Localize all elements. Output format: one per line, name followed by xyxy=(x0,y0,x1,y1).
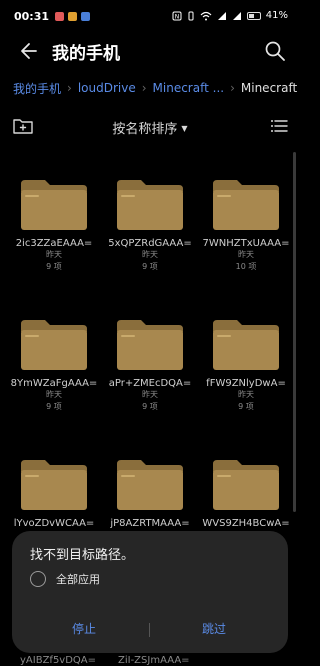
chevron-right-icon: › xyxy=(67,81,72,95)
chevron-right-icon: › xyxy=(141,81,147,95)
folder-name: 2ic3ZZaEAAA= xyxy=(15,238,93,249)
arrow-left-icon xyxy=(21,43,37,59)
folder-count: 9 项 xyxy=(46,402,62,411)
notification-icon-1 xyxy=(55,12,65,21)
chevron-right-icon: › xyxy=(230,81,235,95)
folder-name: fFW9ZNlyDwA= xyxy=(206,378,286,389)
nfc-icon: N xyxy=(172,11,182,20)
back-button[interactable] xyxy=(14,36,44,66)
vibrate-icon xyxy=(188,11,194,20)
apply-all-option[interactable]: 全部应用 xyxy=(30,571,100,587)
search-icon xyxy=(265,41,285,61)
folder-item[interactable]: jP8AZRTMAAA= xyxy=(102,458,198,529)
sort-button[interactable]: 按名称排序 ▼ xyxy=(0,118,300,137)
folder-name: 5xQPZRdGAAA= xyxy=(108,238,192,249)
battery-level: 41% xyxy=(265,10,288,21)
skip-button[interactable]: 跳过 xyxy=(154,617,274,641)
search-button[interactable] xyxy=(264,40,286,62)
folder-date: 昨天 xyxy=(142,250,158,259)
folder-item[interactable]: fFW9ZNlyDwA= 昨天 9 项 xyxy=(198,318,294,413)
folder-icon xyxy=(211,318,281,370)
folder-name-peek: ZiI-ZSJmAAA= xyxy=(118,655,190,666)
folder-date: 昨天 xyxy=(238,250,254,259)
list-view-icon xyxy=(271,120,288,132)
folder-date: 昨天 xyxy=(238,390,254,399)
folder-date: 昨天 xyxy=(46,250,62,259)
battery-icon xyxy=(246,11,261,20)
folder-name: jP8AZRTMAAA= xyxy=(110,518,190,529)
wifi-icon xyxy=(200,11,212,20)
folder-name: aPr+ZMEcDQA= xyxy=(108,378,192,389)
apply-all-label: 全部应用 xyxy=(56,573,100,586)
folder-icon xyxy=(211,178,281,230)
folder-count: 9 项 xyxy=(238,402,254,411)
breadcrumb: 我的手机 › loudDrive › Minecraft ... › Minec… xyxy=(0,76,300,100)
folder-count: 9 项 xyxy=(46,262,62,271)
folder-icon xyxy=(115,318,185,370)
dialog-title: 找不到目标路径。 xyxy=(30,548,135,563)
folder-item[interactable]: 8YmWZaFgAAA= 昨天 9 项 xyxy=(6,318,102,413)
notification-icon-2 xyxy=(68,12,78,21)
toolbar: 按名称排序 ▼ xyxy=(0,112,300,140)
folder-item[interactable]: WVS9ZH4BCwA= xyxy=(198,458,294,529)
folder-icon xyxy=(115,178,185,230)
folder-count: 10 项 xyxy=(235,262,257,271)
folder-item[interactable]: 2ic3ZZaEAAA= 昨天 9 项 xyxy=(6,178,102,273)
stop-button[interactable]: 停止 xyxy=(24,617,144,641)
folder-name: 7WNHZTxUAAA= xyxy=(202,238,290,249)
folder-count: 9 项 xyxy=(142,402,158,411)
list-view-button[interactable] xyxy=(270,118,288,134)
status-right: N 41% xyxy=(172,10,288,21)
folder-icon xyxy=(19,458,89,510)
status-bar: 00:31 N 41% xyxy=(0,0,300,36)
folder-name-peek: yAIBZf5vDQA= xyxy=(20,655,97,666)
folder-icon xyxy=(19,178,89,230)
apply-all-radio[interactable] xyxy=(30,571,46,587)
path-not-found-dialog: 找不到目标路径。 全部应用 停止 跳过 xyxy=(12,531,288,653)
title-bar: 我的手机 xyxy=(0,36,300,66)
folder-icon xyxy=(115,458,185,510)
folder-date: 昨天 xyxy=(46,390,62,399)
folder-icon xyxy=(211,458,281,510)
breadcrumb-item[interactable]: 我的手机 xyxy=(13,80,61,97)
folder-name: 8YmWZaFgAAA= xyxy=(10,378,98,389)
folder-item[interactable]: 7WNHZTxUAAA= 昨天 10 项 xyxy=(198,178,294,273)
folder-item[interactable]: aPr+ZMEcDQA= 昨天 9 项 xyxy=(102,318,198,413)
svg-text:N: N xyxy=(175,13,180,20)
folder-name: lYvoZDvWCAA= xyxy=(13,518,95,529)
folder-item[interactable]: lYvoZDvWCAA= xyxy=(6,458,102,529)
page-title: 我的手机 xyxy=(52,43,120,64)
caret-down-icon: ▼ xyxy=(181,124,188,133)
folder-date: 昨天 xyxy=(142,390,158,399)
breadcrumb-item[interactable]: Minecraft ... xyxy=(153,81,225,95)
status-left: 00:31 xyxy=(14,10,91,23)
folder-icon xyxy=(19,318,89,370)
folder-item[interactable]: 5xQPZRdGAAA= 昨天 9 项 xyxy=(102,178,198,273)
signal-icon-1 xyxy=(217,11,226,20)
sort-label: 按名称排序 xyxy=(112,122,178,137)
dialog-divider xyxy=(149,623,150,637)
folder-count: 9 项 xyxy=(142,262,158,271)
folder-name: WVS9ZH4BCwA= xyxy=(202,518,290,529)
breadcrumb-item-current[interactable]: Minecraft ... xyxy=(241,81,300,95)
breadcrumb-item[interactable]: loudDrive xyxy=(78,81,136,95)
notification-icon-3 xyxy=(81,12,91,21)
status-time: 00:31 xyxy=(14,10,50,23)
signal-icon-2 xyxy=(232,11,241,20)
